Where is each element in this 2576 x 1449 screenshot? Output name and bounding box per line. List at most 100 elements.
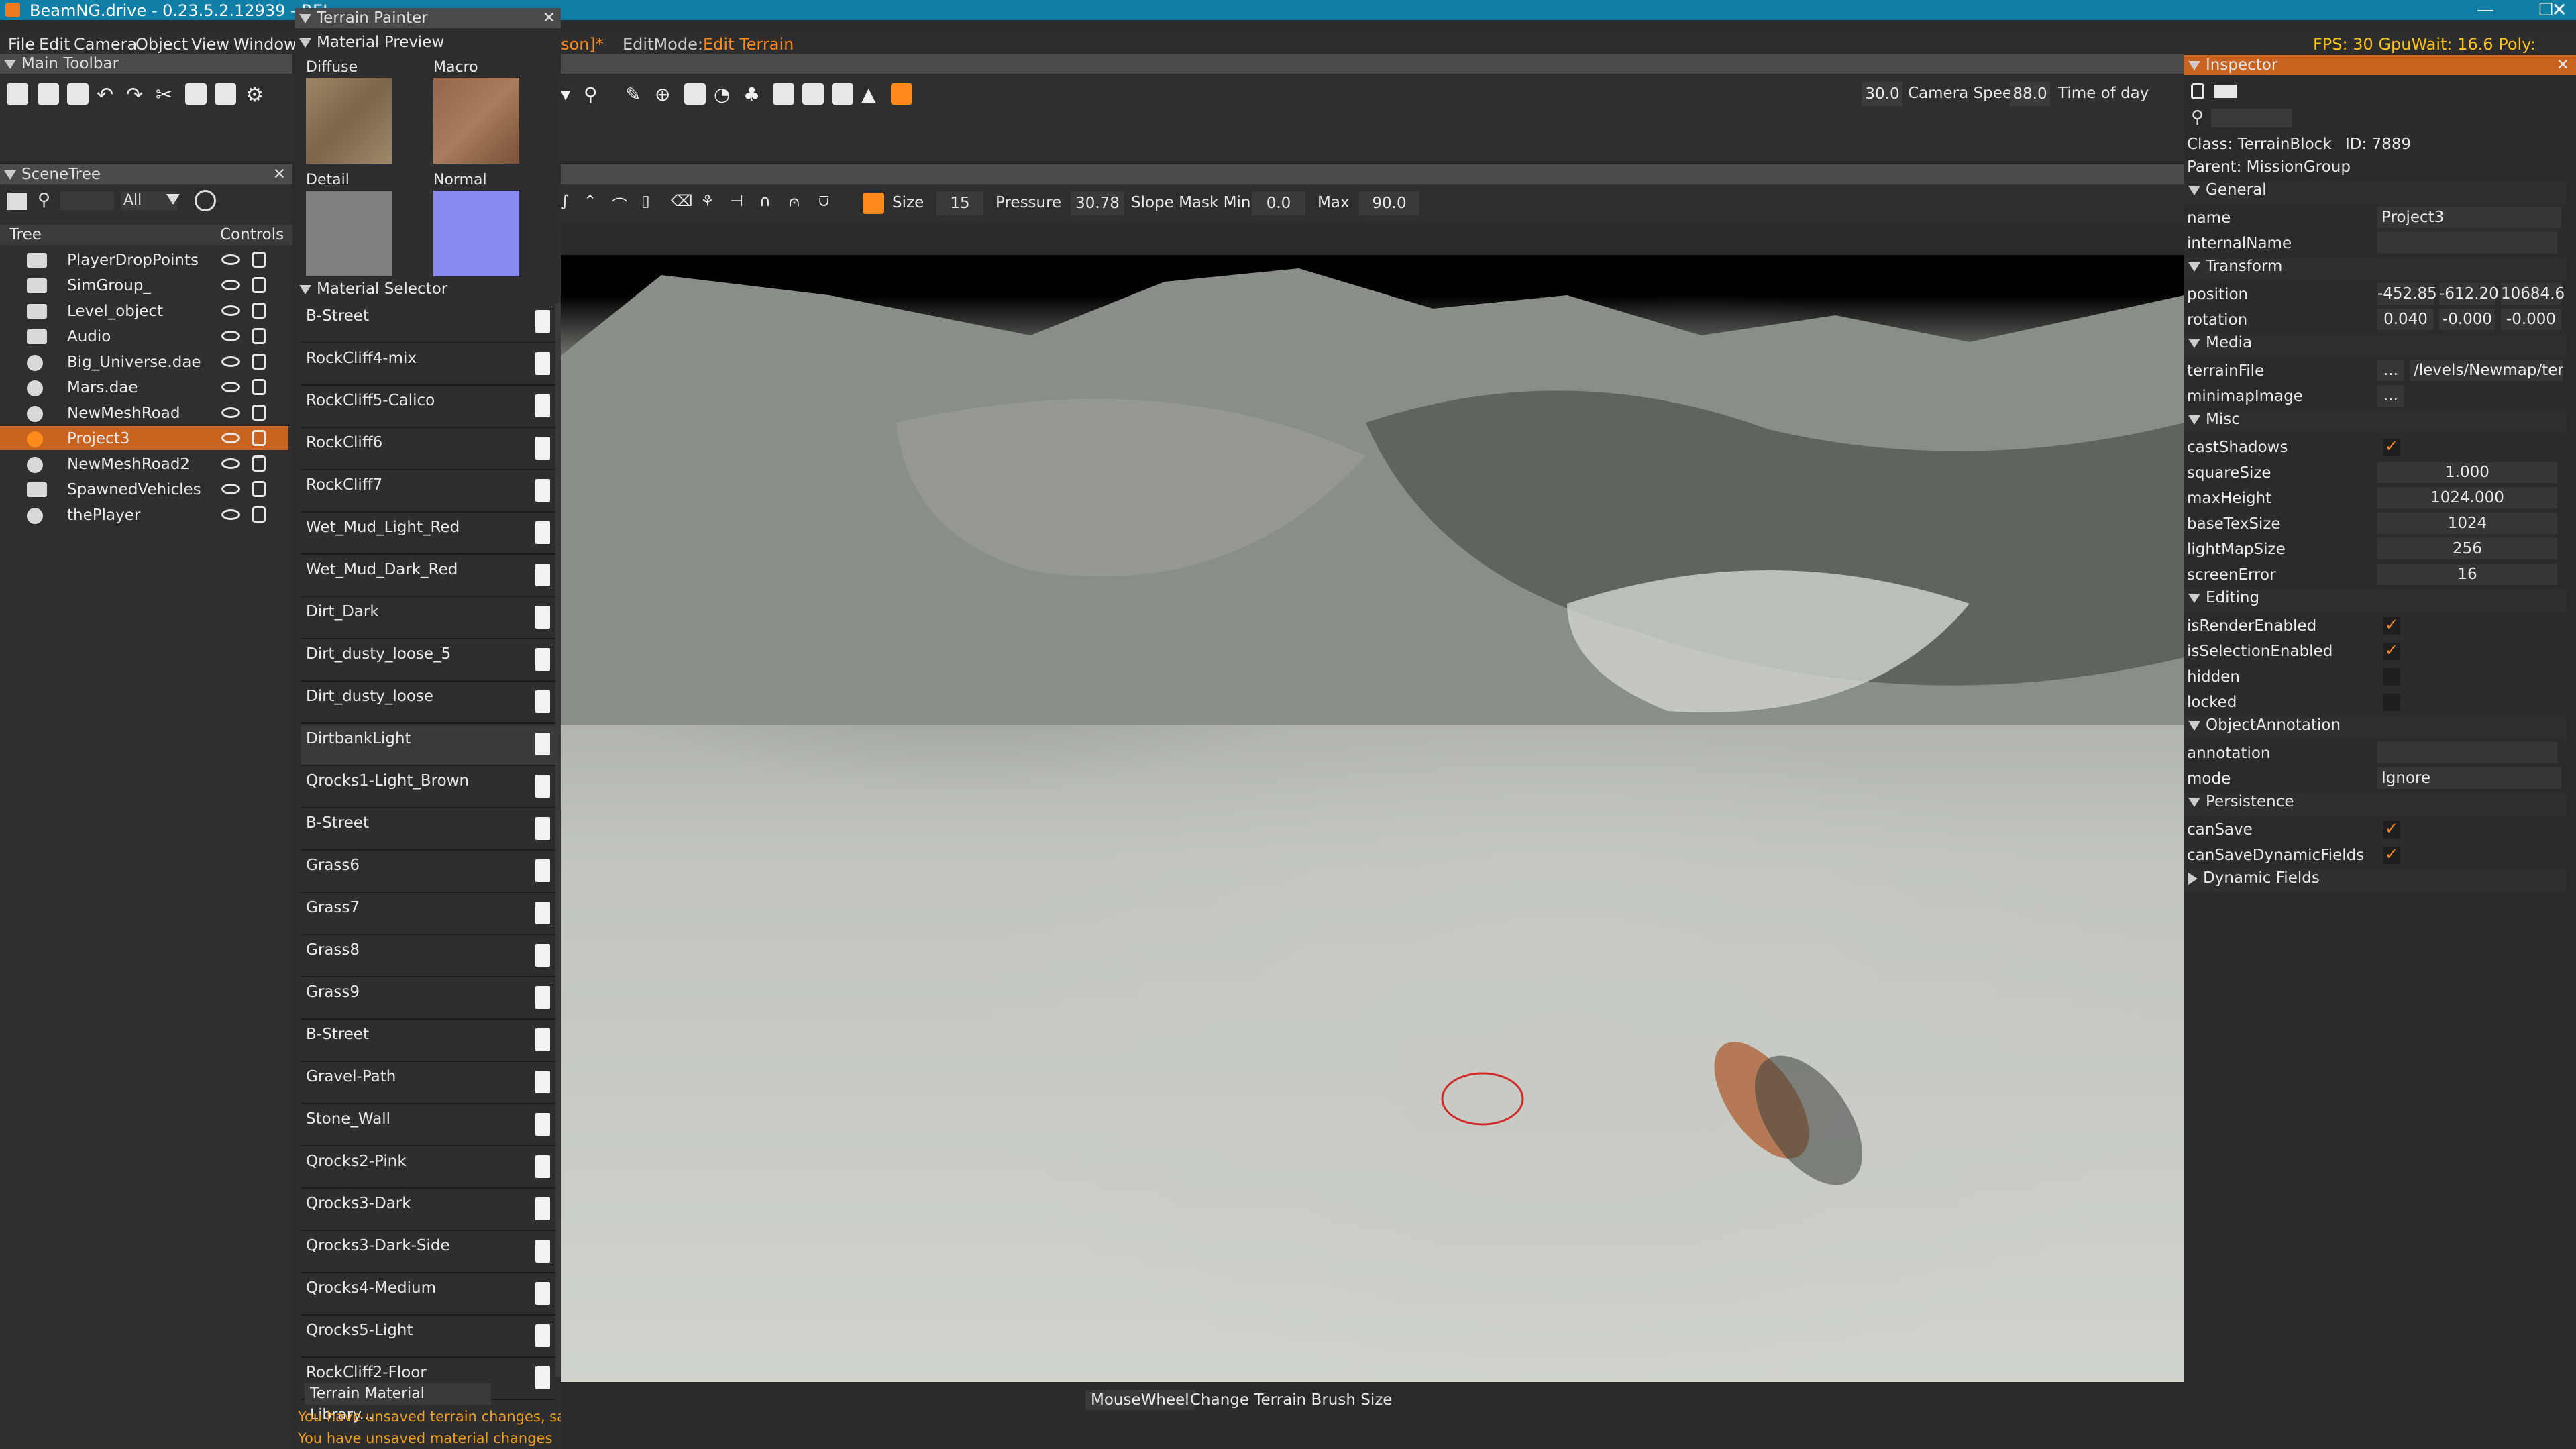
lock-icon[interactable] [252,328,266,344]
valley-icon[interactable]: ⩀ [789,193,810,214]
trash-icon[interactable] [535,1197,550,1220]
trash-icon[interactable] [535,1028,550,1051]
visibility-eye-icon[interactable] [221,331,240,341]
brush-level-icon[interactable]: ▯ [641,193,663,214]
name-input[interactable]: Project3 [2377,207,2561,228]
basetexsize-input[interactable]: 1024 [2377,513,2557,534]
mode-dropdown[interactable]: Ignore [2377,767,2561,789]
brush-line-icon[interactable]: ∫ [561,193,582,214]
cliff-icon[interactable]: ⩂ [818,193,840,214]
tree-item-level-object[interactable]: Level_object [0,299,288,323]
tree-item-spawnedvehicles[interactable]: SpawnedVehicles [0,477,288,501]
minimap-browse-button[interactable]: ... [2377,385,2404,407]
noise-icon[interactable]: ⚘ [700,193,722,214]
inspector-search-input[interactable] [2211,109,2292,127]
inspector-header[interactable]: Inspector ✕ [2184,55,2576,75]
size-input[interactable]: 15 [936,191,983,215]
trash-icon[interactable] [535,437,550,460]
tree-item-big-universe-dae[interactable]: Big_Universe.dae [0,350,288,374]
river-icon[interactable]: ▲ [861,83,883,105]
trash-icon[interactable] [535,606,550,629]
visibility-eye-icon[interactable] [221,509,240,520]
maxheight-input[interactable]: 1024.000 [2377,487,2557,508]
menu-camera[interactable]: Camera [74,35,137,54]
redo-icon[interactable]: ↷ [126,83,148,107]
material-item[interactable]: Qrocks3-Dark-Side [301,1233,555,1273]
material-item[interactable]: Gravel-Path [301,1064,555,1104]
material-item[interactable]: Wet_Mud_Dark_Red [301,557,555,597]
trash-icon[interactable] [535,1071,550,1093]
menu-window[interactable]: Window [233,35,297,54]
menu-view[interactable]: View [191,35,229,54]
material-item[interactable]: B-Street [301,1022,555,1062]
collapse-icon[interactable] [4,59,16,69]
open-folder-icon[interactable] [38,83,59,105]
material-item[interactable]: RockCliff4-mix [301,345,555,386]
material-item[interactable]: DirtbankLight [301,726,555,766]
new-icon[interactable] [2214,85,2237,98]
section-persistence[interactable]: Persistence [2184,793,2567,816]
trash-icon[interactable] [535,1113,550,1136]
material-item[interactable]: Grass9 [301,979,555,1020]
tree-item-newmeshroad2[interactable]: NewMeshRoad2 [0,451,288,476]
settings-gear-icon[interactable]: ⚙ [246,83,267,107]
forest-icon[interactable]: ♣ [743,83,765,105]
material-item[interactable]: RockCliff7 [301,472,555,513]
flatten-icon[interactable]: ⊣ [730,193,751,214]
main-toolbar-header[interactable]: Main Toolbar [0,54,134,74]
section-dynamic-fields[interactable]: Dynamic Fields [2184,869,2567,892]
copy-icon[interactable] [185,83,207,105]
isrenderenabled-checkbox[interactable] [2383,615,2400,635]
lock-icon[interactable] [252,354,266,370]
close-icon[interactable]: ✕ [2557,55,2569,75]
collapse-icon[interactable] [2188,60,2200,70]
material-item[interactable]: B-Street [301,303,555,343]
eraser-icon[interactable]: ⌫ [671,193,693,214]
visibility-eye-icon[interactable] [221,458,240,469]
slope-min-input[interactable]: 0.0 [1252,191,1305,215]
add-icon[interactable]: ⊕ [655,83,676,105]
lock-icon[interactable] [252,405,266,421]
trash-icon[interactable] [535,1282,550,1305]
cansave-checkbox[interactable] [2383,819,2400,839]
visibility-eye-icon[interactable] [221,407,240,418]
visibility-eye-icon[interactable] [221,254,240,265]
tree-item-project3[interactable]: Project3 [0,426,288,450]
section-general[interactable]: General [2184,181,2567,204]
trash-icon[interactable] [535,944,550,967]
hill-icon[interactable]: ∩ [759,193,781,214]
section-media[interactable]: Media [2184,334,2567,357]
lock-icon[interactable] [252,303,266,319]
search-input[interactable] [60,191,114,210]
visibility-eye-icon[interactable] [221,484,240,494]
lock-icon[interactable] [252,481,266,497]
material-item[interactable]: Qrocks4-Medium [301,1275,555,1316]
chevron-down-icon[interactable] [166,194,180,205]
menu-file[interactable]: File [8,35,35,54]
trash-icon[interactable] [535,310,550,333]
lightmapsize-input[interactable]: 256 [2377,538,2557,559]
material-item[interactable]: Dirt_dusty_loose_5 [301,641,555,682]
tree-item-theplayer[interactable]: thePlayer [0,502,288,527]
snap-icon[interactable]: ⚲ [584,83,605,105]
visibility-eye-icon[interactable] [221,280,240,290]
tree-item-simgroup-[interactable]: SimGroup_ [0,273,288,297]
material-item[interactable]: Qrocks5-Light [301,1318,555,1358]
collapse-icon[interactable] [299,284,311,294]
brush-smooth-icon[interactable]: ⌒ [612,193,633,215]
macro-texture[interactable] [433,78,519,164]
visibility-eye-icon[interactable] [221,382,240,392]
layers-icon[interactable] [773,83,794,105]
broadcast-icon[interactable] [195,190,216,211]
terrain-viewport[interactable] [561,255,2184,1382]
material-item[interactable]: Qrocks1-Light_Brown [301,768,555,808]
normal-texture[interactable] [433,191,519,276]
trash-icon[interactable] [535,775,550,798]
terrain-painter-header[interactable]: Terrain Painter ✕ [295,8,561,28]
pointer-icon[interactable]: ▾ [561,83,582,105]
internalname-input[interactable] [2377,232,2557,254]
terrainfile-input[interactable]: /levels/Newmap/ter [2410,360,2563,381]
minimize-button[interactable]: — [2455,0,2516,20]
lock-icon[interactable] [252,277,266,293]
trash-icon[interactable] [535,733,550,755]
